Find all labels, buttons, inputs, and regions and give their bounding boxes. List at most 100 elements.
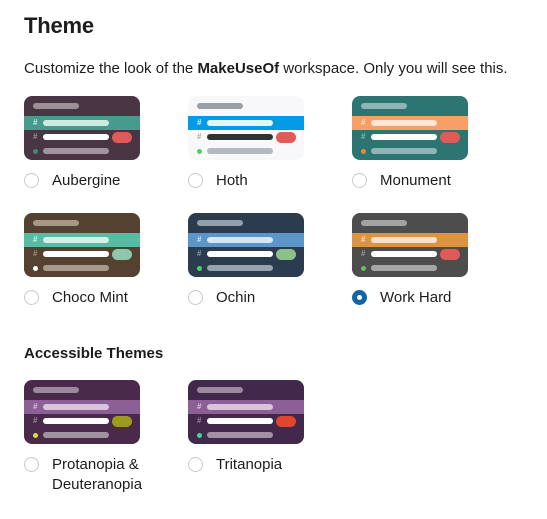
presence-indicator-icon <box>33 148 38 154</box>
radio-monument[interactable] <box>352 173 367 188</box>
radio-hoth[interactable] <box>188 173 203 188</box>
preview-channel-name-bar <box>207 134 273 140</box>
theme-preview[interactable]: # # # <box>24 380 140 444</box>
presence-indicator-icon <box>197 148 202 154</box>
preview-active-channel-row: # <box>24 116 140 130</box>
theme-choice-row[interactable]: Aubergine <box>24 160 188 191</box>
preview-channel-name-bar <box>43 134 109 140</box>
page-description-suffix: workspace. Only you will see this. <box>279 60 508 77</box>
theme-label: Choco Mint <box>52 289 128 306</box>
theme-option-monument[interactable]: # # # Monument <box>352 96 516 191</box>
preview-channel-row: # <box>188 158 304 160</box>
preview-active-channel-row: # <box>24 233 140 247</box>
theme-preview[interactable]: # # # <box>188 380 304 444</box>
theme-option-work-hard[interactable]: # # # Work Hard <box>352 191 516 308</box>
radio-protanopia-and-deuteranopia[interactable] <box>24 457 39 472</box>
preview-channel-row: # <box>352 158 468 160</box>
preview-workspace-bar <box>33 387 79 393</box>
preview-channel-row <box>188 428 304 442</box>
theme-option-tritanopia[interactable]: # # # Tritanopia <box>188 380 352 495</box>
preview-workspace-bar <box>361 220 407 226</box>
theme-preview[interactable]: # # # <box>352 96 468 160</box>
preview-unread-badge <box>440 249 460 260</box>
theme-choice-row[interactable]: Monument <box>352 160 516 191</box>
hash-icon: # <box>197 132 202 141</box>
preview-channel-row <box>24 144 140 158</box>
radio-tritanopia[interactable] <box>188 457 203 472</box>
hash-icon: # <box>33 249 38 258</box>
theme-label: Monument <box>380 172 451 189</box>
presence-indicator-icon <box>361 148 366 154</box>
theme-settings-page: Theme Customize the look of the MakeUseO… <box>0 0 547 519</box>
preview-channel-name-bar <box>207 251 273 257</box>
preview-unread-badge <box>112 249 132 260</box>
theme-option-ochin[interactable]: # # # Ochin <box>188 191 352 308</box>
hash-icon: # <box>197 402 202 411</box>
preview-channel-row: # <box>24 275 140 277</box>
preview-unread-badge <box>440 132 460 143</box>
theme-choice-row[interactable]: Tritanopia <box>188 444 352 475</box>
preview-unread-badge <box>112 132 132 143</box>
hash-icon: # <box>361 249 366 258</box>
hash-icon: # <box>361 118 366 127</box>
preview-workspace-bar <box>197 387 243 393</box>
theme-option-hoth[interactable]: # # # Hoth <box>188 96 352 191</box>
preview-channel-row: # <box>352 247 468 261</box>
preview-channel-row <box>352 144 468 158</box>
hash-icon: # <box>33 416 38 425</box>
theme-preview[interactable]: # # # <box>24 213 140 277</box>
preview-channel-name-bar <box>43 418 109 424</box>
theme-label: Protanopia & Deuteranopia <box>52 456 143 493</box>
preview-workspace-bar <box>197 103 243 109</box>
preview-channel-name-bar <box>371 237 437 243</box>
page-description: Customize the look of the MakeUseOf work… <box>24 40 523 80</box>
hash-icon: # <box>33 402 38 411</box>
preview-channel-row <box>352 261 468 275</box>
hash-icon: # <box>197 416 202 425</box>
preview-channel-name-bar <box>371 134 437 140</box>
theme-choice-row[interactable]: Hoth <box>188 160 352 191</box>
preview-channel-name-bar <box>43 404 109 410</box>
preview-channel-name-bar <box>207 404 273 410</box>
radio-ochin[interactable] <box>188 290 203 305</box>
preview-channel-name-bar <box>371 148 437 154</box>
preview-channel-row: # <box>24 247 140 261</box>
preview-active-channel-row: # <box>352 116 468 130</box>
preview-active-channel-row: # <box>188 400 304 414</box>
presence-indicator-icon <box>197 265 202 271</box>
radio-aubergine[interactable] <box>24 173 39 188</box>
theme-preview[interactable]: # # # <box>188 213 304 277</box>
preview-channel-row: # <box>188 442 304 444</box>
preview-unread-badge <box>112 416 132 427</box>
theme-preview[interactable]: # # # <box>24 96 140 160</box>
preview-channel-name-bar <box>43 148 109 154</box>
preview-channel-name-bar <box>43 251 109 257</box>
radio-choco-mint[interactable] <box>24 290 39 305</box>
preview-channel-name-bar <box>207 418 273 424</box>
page-title: Theme <box>24 13 94 38</box>
hash-icon: # <box>33 132 38 141</box>
theme-choice-row[interactable]: Work Hard <box>352 277 516 308</box>
presence-indicator-icon <box>361 265 366 271</box>
workspace-name: MakeUseOf <box>197 60 280 77</box>
theme-label: Ochin <box>216 289 256 306</box>
preview-channel-row <box>188 261 304 275</box>
preview-channel-name-bar <box>207 120 273 126</box>
preview-workspace-bar <box>361 103 407 109</box>
theme-preview[interactable]: # # # <box>352 213 468 277</box>
preview-channel-row: # <box>352 130 468 144</box>
radio-work-hard[interactable] <box>352 290 367 305</box>
theme-option-choco-mint[interactable]: # # # Choco Mint <box>24 191 188 308</box>
theme-option-aubergine[interactable]: # # # Aubergine <box>24 96 188 191</box>
hash-icon: # <box>33 118 38 127</box>
preview-channel-name-bar <box>207 265 273 271</box>
preview-channel-name-bar <box>43 265 109 271</box>
theme-choice-row[interactable]: Choco Mint <box>24 277 188 308</box>
preview-channel-name-bar <box>371 265 437 271</box>
theme-option-protanopia-and-deuteranopia[interactable]: # # # Protanopia & Deuteranopia <box>24 380 188 495</box>
preview-workspace-bar <box>33 220 79 226</box>
preview-channel-row: # <box>188 414 304 428</box>
theme-choice-row[interactable]: Ochin <box>188 277 352 308</box>
theme-preview[interactable]: # # # <box>188 96 304 160</box>
theme-choice-row[interactable]: Protanopia & Deuteranopia <box>24 444 188 495</box>
